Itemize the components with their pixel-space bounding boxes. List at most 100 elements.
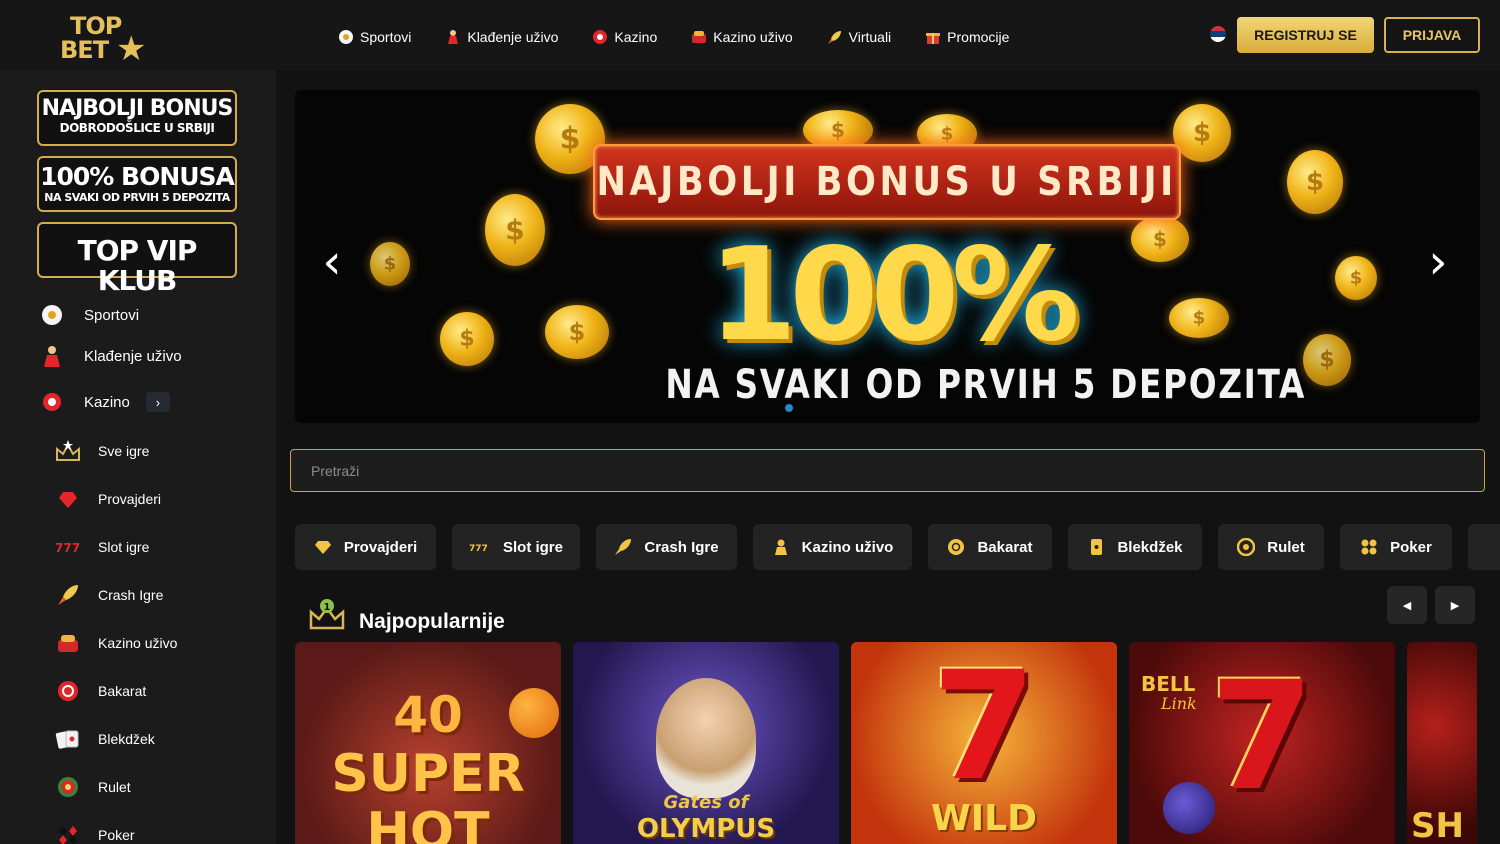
promo-vip-club[interactable]: TOP VIP KLUB bbox=[37, 222, 237, 296]
crown-rank-icon: 1 bbox=[309, 598, 345, 632]
banner-prev-arrow-icon[interactable]: ‹ bbox=[317, 238, 347, 286]
chip-poker[interactable]: Poker bbox=[1340, 524, 1452, 570]
card-icon bbox=[1087, 538, 1105, 556]
sidebar-item-sportovi[interactable]: Sportovi bbox=[40, 303, 139, 327]
promo-title: 100% BONUSA bbox=[40, 162, 235, 191]
nav-sportovi[interactable]: Sportovi bbox=[338, 29, 411, 45]
chip-more[interactable] bbox=[1468, 524, 1500, 570]
sidebar: NAJBOLJI BONUS DOBRODOŠLICE U SRBIJI 100… bbox=[0, 70, 276, 844]
live-casino-icon bbox=[691, 29, 707, 45]
game-title-line: 7 bbox=[931, 642, 1037, 814]
sidebar-subitem-crash-igre[interactable]: Crash Igre bbox=[54, 584, 163, 606]
logo-star-icon: ★ bbox=[116, 30, 147, 68]
sidebar-subitem-poker[interactable]: Poker bbox=[54, 824, 135, 844]
grapes-icon bbox=[1163, 782, 1215, 834]
game-card-7-wild[interactable]: 7 WILD bbox=[851, 642, 1117, 844]
banner-percent-box: 100% bbox=[675, 226, 1105, 366]
chip-slot-igre[interactable]: 777 Slot igre bbox=[452, 524, 580, 570]
sidebar-subitem-sve-igre[interactable]: Sve igre bbox=[54, 440, 149, 462]
casino-chip-icon bbox=[592, 29, 608, 45]
chip-blekdzek[interactable]: Blekdžek bbox=[1068, 524, 1202, 570]
register-button[interactable]: REGISTRUJ SE bbox=[1237, 17, 1374, 53]
game-title-line: 40 bbox=[393, 686, 463, 744]
svg-text:777: 777 bbox=[55, 541, 80, 555]
sidebar-subitem-label: Provajderi bbox=[98, 491, 162, 507]
chip-label: Rulet bbox=[1267, 538, 1305, 556]
section-prev-button[interactable]: ◀ bbox=[1387, 586, 1427, 624]
live-player-icon bbox=[445, 29, 461, 45]
game-card-bell-link[interactable]: BELL Link 7 bbox=[1129, 642, 1395, 844]
sidebar-subitem-label: Crash Igre bbox=[98, 587, 164, 603]
roulette-icon bbox=[1237, 537, 1256, 557]
nav-virtuali[interactable]: Virtuali bbox=[827, 29, 892, 45]
nav-label: Promocije bbox=[947, 29, 1010, 45]
sidebar-subitem-label: Sve igre bbox=[98, 443, 150, 459]
nav-promocije[interactable]: Promocije bbox=[925, 29, 1009, 45]
chip-label: Poker bbox=[1390, 538, 1432, 556]
sidebar-item-kladjenje-uzivo[interactable]: Klađenje uživo bbox=[40, 344, 182, 368]
zeus-figure-icon bbox=[656, 678, 756, 798]
nav-kladjenje-uzivo[interactable]: Klađenje uživo bbox=[445, 29, 558, 45]
banner-next-arrow-icon[interactable]: › bbox=[1423, 238, 1453, 286]
banner-subline: NA SVAKI OD PRVIH 5 DEPOZITA bbox=[665, 362, 1306, 408]
crown-star-icon bbox=[54, 440, 82, 462]
soccer-ball-icon bbox=[40, 303, 64, 327]
sidebar-item-kazino[interactable]: Kazino › bbox=[40, 390, 170, 414]
chip-kazino-uzivo[interactable]: Kazino uživo bbox=[753, 524, 912, 570]
gift-icon bbox=[925, 29, 941, 45]
sidebar-subitem-kazino-uzivo[interactable]: Kazino uživo bbox=[54, 632, 177, 654]
sidebar-item-label: Kazino bbox=[84, 393, 130, 411]
game-title-line: OLYMPUS bbox=[636, 814, 776, 844]
coin-icon bbox=[1131, 216, 1189, 262]
logo-text-bet: BET bbox=[60, 36, 109, 64]
chip-bakarat[interactable]: Bakarat bbox=[928, 524, 1052, 570]
chip-label: Slot igre bbox=[502, 538, 563, 556]
top-bar: TOP BET ★ Sportovi Klađenje uživo Kazino… bbox=[0, 0, 1500, 70]
rocket-icon bbox=[827, 29, 843, 45]
clover-icon bbox=[1360, 538, 1378, 556]
main-nav: Sportovi Klađenje uživo Kazino Kazino už… bbox=[338, 26, 1043, 48]
sidebar-subitem-label: Bakarat bbox=[98, 683, 147, 699]
game-title-line: Gates of bbox=[663, 792, 749, 813]
nav-kazino-uzivo[interactable]: Kazino uživo bbox=[691, 29, 793, 45]
banner-subline-box: NA SVAKI OD PRVIH 5 DEPOZITA bbox=[595, 362, 1304, 408]
promo-welcome-bonus[interactable]: NAJBOLJI BONUS DOBRODOŠLICE U SRBIJI bbox=[37, 90, 237, 146]
sidebar-subitem-label: Slot igre bbox=[98, 539, 150, 555]
sidebar-subitem-label: Blekdžek bbox=[98, 731, 155, 747]
triple-seven-icon: 777 bbox=[469, 538, 491, 556]
nav-kazino[interactable]: Kazino bbox=[592, 29, 657, 45]
nav-label: Virtuali bbox=[848, 29, 892, 45]
chevron-right-icon[interactable]: › bbox=[145, 392, 170, 412]
topbet-logo[interactable]: TOP BET ★ bbox=[56, 10, 156, 66]
game-card-40-super-hot[interactable]: 40 SUPER HOT bbox=[295, 642, 561, 844]
carousel-dot[interactable] bbox=[785, 404, 793, 412]
search-input[interactable] bbox=[290, 449, 1485, 492]
sidebar-subitem-label: Rulet bbox=[98, 779, 131, 795]
promo-title: NAJBOLJI BONUS bbox=[41, 96, 234, 121]
coin-icon bbox=[545, 305, 609, 359]
sidebar-subitem-blekdzek[interactable]: Blekdžek bbox=[54, 728, 155, 750]
section-next-button[interactable]: ▶ bbox=[1435, 586, 1475, 624]
sidebar-item-label: Sportovi bbox=[84, 306, 140, 324]
promo-100-bonus[interactable]: 100% BONUSA NA SVAKI OD PRVIH 5 DEPOZITA bbox=[37, 156, 237, 212]
chip-rulet[interactable]: Rulet bbox=[1218, 524, 1324, 570]
promo-banner[interactable]: NAJBOLJI BONUS U SRBIJI 100% NA SVAKI OD… bbox=[295, 90, 1480, 423]
login-button[interactable]: PRIJAVA bbox=[1384, 17, 1480, 53]
coin-icon bbox=[1173, 104, 1231, 162]
sidebar-subitem-rulet[interactable]: Rulet bbox=[54, 776, 131, 798]
game-card-partial[interactable]: SH bbox=[1407, 642, 1477, 844]
sidebar-subitem-slot-igre[interactable]: 777 Slot igre bbox=[54, 536, 149, 558]
game-title-line: SUPER bbox=[331, 744, 525, 804]
coin-icon bbox=[370, 242, 410, 286]
promo-subtitle: DOBRODOŠLICE U SRBIJI bbox=[59, 121, 215, 135]
nav-label: Kazino bbox=[614, 29, 658, 45]
game-card-gates-of-olympus[interactable]: Gates of OLYMPUS bbox=[573, 642, 839, 844]
serbia-flag-icon[interactable] bbox=[1210, 26, 1226, 42]
chip-provajderi[interactable]: Provajderi bbox=[295, 524, 436, 570]
sidebar-subitem-bakarat[interactable]: Bakarat bbox=[54, 680, 146, 702]
triple-seven-icon: 777 bbox=[54, 536, 82, 558]
game-title-line: HOT bbox=[366, 802, 490, 844]
sidebar-subitem-provajderi[interactable]: Provajderi bbox=[54, 488, 161, 510]
rocket-icon bbox=[614, 538, 632, 556]
chip-crash-igre[interactable]: Crash Igre bbox=[596, 524, 737, 570]
